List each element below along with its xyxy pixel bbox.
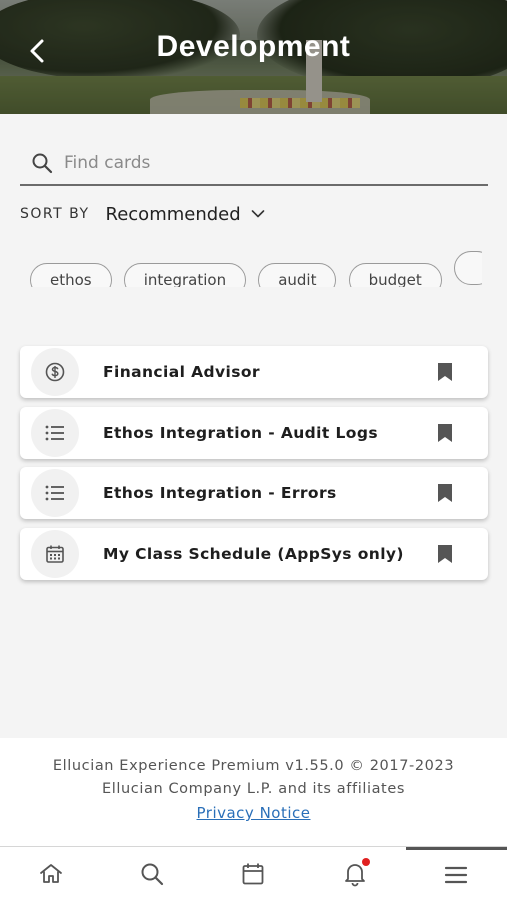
search-icon xyxy=(20,143,64,183)
notification-badge xyxy=(362,858,371,866)
list-icon xyxy=(31,469,79,517)
chevron-down-icon xyxy=(251,210,264,218)
chip-integration[interactable]: integration xyxy=(123,263,247,287)
card-title: My Class Schedule (AppSys only) xyxy=(103,544,404,563)
sort-value: Recommended xyxy=(105,203,241,225)
sort-label: SORT BY xyxy=(20,206,90,222)
menu-icon xyxy=(445,866,468,884)
chip-ethos[interactable]: ethos xyxy=(30,263,112,287)
footer-version: Ellucian Experience Premium v1.55.0 © 20… xyxy=(52,758,455,774)
card-title: Ethos Integration - Errors xyxy=(103,484,337,502)
sort-control: SORT BY Recommended xyxy=(20,200,265,228)
chip-audit[interactable]: audit xyxy=(258,263,337,287)
calendar-icon xyxy=(31,529,79,578)
card-title: Ethos Integration - Audit Logs xyxy=(103,423,378,442)
bottom-nav xyxy=(0,846,507,900)
nav-calendar[interactable] xyxy=(203,847,304,900)
card-ethos-audit-logs[interactable]: Ethos Integration - Audit Logs xyxy=(20,406,488,459)
bookmark-icon[interactable] xyxy=(436,544,454,564)
list-icon xyxy=(31,408,79,457)
privacy-notice-link[interactable]: Privacy Notice xyxy=(197,804,311,822)
page-title: Development xyxy=(156,30,351,63)
card-list: Financial Advisor Ethos Integration - Au… xyxy=(20,346,488,588)
chip-more[interactable] xyxy=(453,251,482,285)
footer: Ellucian Experience Premium v1.55.0 © 20… xyxy=(0,738,507,846)
sort-dropdown[interactable]: Recommended xyxy=(106,204,265,225)
card-ethos-errors[interactable]: Ethos Integration - Errors xyxy=(20,467,488,519)
card-financial-advisor[interactable]: Financial Advisor xyxy=(20,346,488,398)
dollar-circle-icon xyxy=(31,348,79,396)
card-my-class-schedule[interactable]: My Class Schedule (AppSys only) xyxy=(20,527,488,580)
chip-budget[interactable]: budget xyxy=(348,263,442,287)
bookmark-icon[interactable] xyxy=(436,423,454,443)
bookmark-icon[interactable] xyxy=(436,362,454,382)
nav-home[interactable] xyxy=(0,847,101,900)
nav-notifications[interactable] xyxy=(304,847,405,900)
nav-search[interactable] xyxy=(101,847,202,900)
bookmark-icon[interactable] xyxy=(436,483,454,503)
tag-filter-chips: ethos integration audit budget xyxy=(30,251,482,287)
card-title: Financial Advisor xyxy=(103,363,260,381)
home-icon xyxy=(39,863,62,883)
search-bar[interactable] xyxy=(20,142,488,186)
footer-company: Ellucian Company L.P. and its affiliates xyxy=(101,781,406,797)
search-input[interactable] xyxy=(64,153,464,173)
search-icon xyxy=(141,863,164,885)
calendar-icon xyxy=(243,863,264,884)
nav-menu[interactable] xyxy=(405,847,507,900)
